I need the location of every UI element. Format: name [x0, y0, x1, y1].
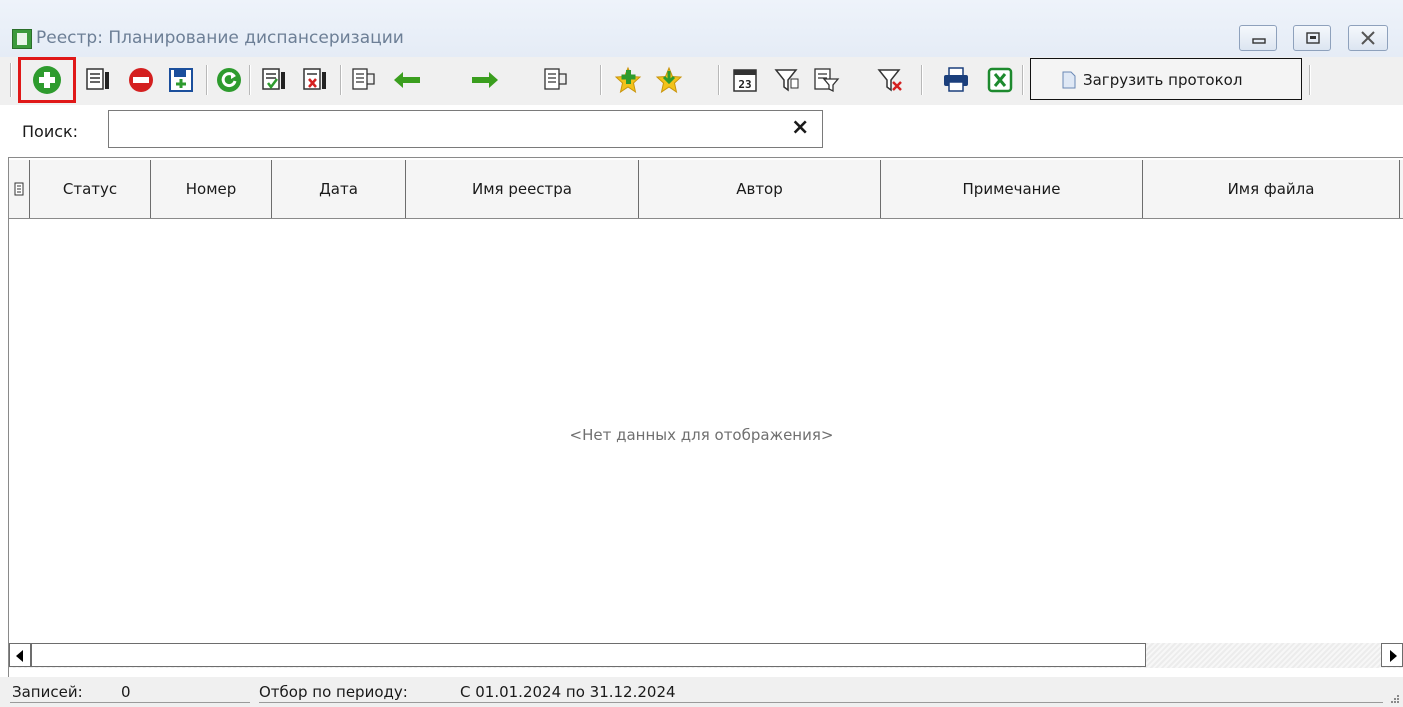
edit-button[interactable] [80, 61, 114, 97]
period-value: С 01.01.2024 по 31.12.2024 [460, 683, 676, 701]
separator [921, 65, 923, 95]
star-plus-icon [614, 66, 642, 94]
column-header-number[interactable]: Номер [151, 160, 272, 218]
arrow-left-icon [394, 72, 420, 88]
status-divider [10, 702, 250, 703]
excel-icon [987, 67, 1013, 93]
minus-circle-icon [129, 68, 153, 92]
reject-button[interactable] [297, 61, 331, 97]
separator [1022, 65, 1024, 95]
toolbar: 23 Загрузить протокол [0, 57, 1403, 105]
arrow-left-icon [16, 650, 23, 662]
list-arrow-icon [352, 68, 375, 90]
minimize-icon [1252, 38, 1266, 44]
horizontal-scrollbar[interactable] [9, 643, 1403, 668]
floppy-disk-icon [169, 68, 193, 92]
arrow-right-icon [1390, 650, 1397, 662]
filter-document-icon [814, 68, 840, 93]
scroll-right-button[interactable] [1381, 643, 1403, 667]
separator [340, 65, 342, 95]
document-icon [1062, 71, 1076, 89]
column-chooser-icon [14, 182, 24, 196]
move-out-button[interactable] [538, 61, 572, 97]
refresh-icon [217, 68, 241, 92]
arrow-right-icon [472, 72, 498, 88]
grid-empty-text: <Нет данных для отображения> [569, 426, 834, 444]
app-icon [12, 29, 32, 49]
records-count: 0 [121, 683, 131, 701]
printer-icon [944, 67, 968, 92]
search-clear-button[interactable]: × [791, 117, 809, 139]
move-in-button[interactable] [346, 61, 380, 97]
column-header-date[interactable]: Дата [272, 160, 406, 218]
records-label: Записей: [12, 683, 83, 701]
add-button[interactable] [18, 57, 76, 103]
column-header-author[interactable]: Автор [639, 160, 881, 218]
status-bar: Записей: 0 Отбор по периоду: С 01.01.202… [0, 677, 1403, 707]
calendar-icon: 23 [733, 69, 757, 92]
resize-grip-icon[interactable] [1389, 693, 1399, 703]
scroll-thumb[interactable] [31, 643, 1146, 667]
minimize-button[interactable] [1239, 25, 1277, 51]
document-check-icon [262, 68, 285, 90]
status-divider [259, 702, 1383, 703]
grid-header: Статус Номер Дата Имя реестра Автор Прим… [9, 160, 1403, 219]
favorite-add-button[interactable] [610, 61, 644, 97]
load-protocol-button[interactable]: Загрузить протокол [1030, 58, 1302, 100]
column-header-status[interactable]: Статус [30, 160, 151, 218]
maximize-icon [1306, 32, 1320, 44]
print-button[interactable] [938, 61, 972, 97]
approve-button[interactable] [256, 61, 290, 97]
prev-button[interactable] [388, 61, 422, 97]
separator [1309, 65, 1311, 95]
filter-edit-button[interactable] [808, 61, 842, 97]
svg-text:23: 23 [738, 78, 751, 91]
maximize-button[interactable] [1293, 25, 1331, 51]
filter-icon [774, 69, 799, 92]
window-title: Реестр: Планирование диспансеризации [36, 28, 404, 48]
filter-clear-button[interactable] [872, 61, 906, 97]
next-button[interactable] [466, 61, 500, 97]
grid [8, 157, 1403, 687]
filter-button[interactable] [769, 61, 803, 97]
period-label: Отбор по периоду: [259, 683, 408, 701]
delete-button[interactable] [123, 61, 157, 97]
separator [600, 65, 602, 95]
favorite-button[interactable] [651, 61, 685, 97]
list-arrow-icon [544, 68, 567, 90]
separator [249, 65, 251, 95]
star-arrow-icon [655, 66, 683, 94]
column-header-registry-name[interactable]: Имя реестра [406, 160, 639, 218]
column-header-note[interactable]: Примечание [881, 160, 1143, 218]
toolbar-grip [10, 63, 12, 97]
document-edit-icon [86, 68, 109, 90]
export-excel-button[interactable] [982, 61, 1016, 97]
refresh-button[interactable] [211, 61, 245, 97]
save-button[interactable] [163, 61, 197, 97]
search-label: Поиск: [22, 122, 79, 141]
document-cross-icon [303, 68, 326, 90]
close-icon [1361, 31, 1375, 45]
column-header-file-name[interactable]: Имя файла [1143, 160, 1400, 218]
scroll-left-button[interactable] [9, 643, 31, 667]
filter-clear-icon [877, 69, 902, 92]
title-bar: Реестр: Планирование диспансеризации [0, 0, 1403, 57]
column-chooser-button[interactable] [9, 160, 30, 218]
separator [206, 65, 208, 95]
close-button[interactable] [1348, 25, 1388, 51]
separator [718, 65, 720, 95]
load-protocol-label: Загрузить протокол [1083, 71, 1243, 89]
search-input[interactable] [108, 110, 823, 148]
calendar-button[interactable]: 23 [727, 61, 761, 97]
plus-circle-icon [33, 66, 61, 94]
